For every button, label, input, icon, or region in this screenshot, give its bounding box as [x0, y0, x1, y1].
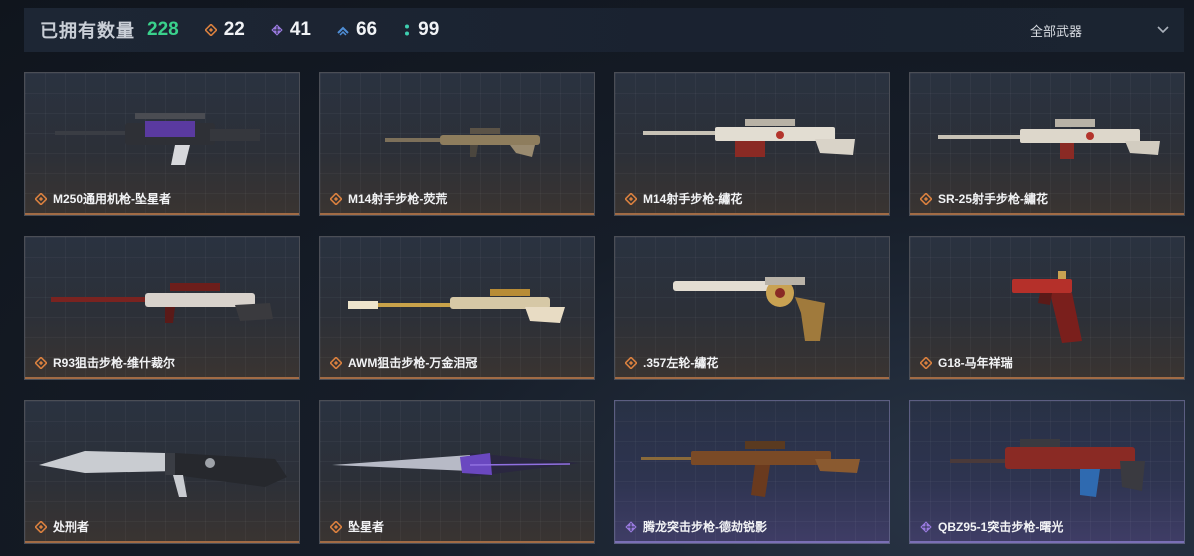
- weapon-caption: QBZ95-1突击步枪-曙光: [920, 518, 1063, 535]
- stat-teal: 99: [403, 19, 439, 41]
- stat-purple: 41: [271, 19, 311, 41]
- orange-rarity-icon: [330, 192, 342, 205]
- orange-rarity-icon: [330, 356, 342, 369]
- weapon-card[interactable]: AWM狙击步枪-万金泪冠: [319, 236, 595, 380]
- stat-blue-count: 66: [355, 19, 378, 40]
- bullpup-rifle-icon: [950, 439, 1145, 497]
- weapon-caption: 腾龙突击步枪-德劫锐影: [625, 518, 767, 535]
- weapon-card[interactable]: G18-马年祥瑞: [909, 236, 1185, 380]
- sniper-rifle-icon: [348, 289, 565, 323]
- weapon-caption: .357左轮-繡花: [625, 354, 718, 371]
- weapon-caption: G18-马年祥瑞: [920, 354, 1013, 371]
- rarity-bar: [910, 213, 1184, 215]
- weapon-caption: M14射手步枪-荧荒: [330, 190, 447, 207]
- orange-rarity-icon: [625, 356, 637, 369]
- orange-rarity-icon: [35, 356, 47, 369]
- rarity-bar: [615, 377, 889, 379]
- weapon-card[interactable]: 腾龙突击步枪-德劫锐影: [614, 400, 890, 544]
- pistol-icon: [1012, 271, 1082, 343]
- rarity-bar: [910, 377, 1184, 379]
- rarity-bar: [615, 213, 889, 215]
- weapon-card[interactable]: M14射手步枪-荧荒: [319, 72, 595, 216]
- rarity-bar: [320, 213, 594, 215]
- stat-orange-count: 22: [223, 19, 245, 40]
- owned-count-total: 228: [147, 19, 179, 40]
- weapon-name: R93狙击步枪-维什裁尔: [53, 356, 176, 370]
- machine-gun-icon: [55, 113, 260, 165]
- weapon-name: G18-马年祥瑞: [938, 356, 1013, 370]
- chevron-down-icon: [1157, 26, 1169, 34]
- owned-count-label: 已拥有数量: [40, 21, 135, 41]
- orange-rarity-icon: [625, 192, 637, 205]
- rarity-bar: [320, 377, 594, 379]
- orange-rarity-icon: [35, 520, 47, 533]
- weapon-name: QBZ95-1突击步枪-曙光: [938, 520, 1064, 534]
- stat-blue: 66: [337, 19, 377, 41]
- weapon-card[interactable]: QBZ95-1突击步枪-曙光: [909, 400, 1185, 544]
- teal-dots-icon: [405, 24, 410, 36]
- marksman-rifle-icon: [385, 128, 540, 157]
- marksman-rifle-icon: [938, 119, 1160, 159]
- weapon-card[interactable]: M14射手步枪-繡花: [614, 72, 890, 216]
- blade-icon: [332, 453, 580, 477]
- weapon-name: AWM狙击步枪-万金泪冠: [348, 356, 478, 370]
- stat-orange: 22: [204, 19, 245, 41]
- revolver-icon: [673, 277, 825, 341]
- stat-purple-count: 41: [289, 19, 311, 40]
- weapon-caption: 坠星者: [330, 518, 384, 535]
- rarity-bar: [615, 541, 889, 543]
- weapon-card[interactable]: R93狙击步枪-维什裁尔: [24, 236, 300, 380]
- rarity-bar: [320, 541, 594, 543]
- weapon-caption: AWM狙击步枪-万金泪冠: [330, 354, 477, 371]
- knife-icon: [39, 451, 287, 497]
- rarity-bar: [25, 541, 299, 543]
- weapon-card[interactable]: 坠星者: [319, 400, 595, 544]
- weapon-name: .357左轮-繡花: [643, 356, 719, 370]
- weapon-name: M14射手步枪-繡花: [643, 192, 743, 206]
- rarity-bar: [910, 541, 1184, 543]
- rarity-bar: [25, 377, 299, 379]
- purple-diamond-icon: [271, 24, 283, 36]
- sniper-rifle-icon: [51, 283, 273, 323]
- weapon-name: M14射手步枪-荧荒: [348, 192, 448, 206]
- orange-rarity-icon: [920, 192, 932, 205]
- weapon-name: 腾龙突击步枪-德劫锐影: [643, 520, 767, 534]
- assault-rifle-icon: [641, 441, 860, 497]
- orange-rarity-icon: [920, 356, 932, 369]
- orange-diamond-icon: [204, 24, 217, 36]
- purple-rarity-icon: [625, 520, 637, 533]
- weapon-name: SR-25射手步枪-繡花: [938, 192, 1049, 206]
- orange-rarity-icon: [35, 192, 47, 205]
- inventory-summary-bar: 已拥有数量 228 22 41 66 99 全部武器: [24, 8, 1184, 52]
- weapon-card[interactable]: .357左轮-繡花: [614, 236, 890, 380]
- blue-chevron-icon: [337, 26, 349, 36]
- orange-rarity-icon: [330, 520, 342, 533]
- weapon-caption: SR-25射手步枪-繡花: [920, 190, 1048, 207]
- stat-teal-count: 99: [418, 19, 440, 40]
- weapon-name: 坠星者: [348, 520, 385, 534]
- rarity-bar: [25, 213, 299, 215]
- marksman-rifle-icon: [643, 119, 855, 157]
- weapon-card[interactable]: SR-25射手步枪-繡花: [909, 72, 1185, 216]
- weapon-caption: 处刑者: [35, 518, 89, 535]
- weapon-filter-label: 全部武器: [1030, 23, 1083, 39]
- purple-rarity-icon: [920, 520, 932, 533]
- weapon-card[interactable]: M250通用机枪-坠星者: [24, 72, 300, 216]
- weapon-card[interactable]: 处刑者: [24, 400, 300, 544]
- weapon-caption: M250通用机枪-坠星者: [35, 190, 171, 207]
- weapon-name: 处刑者: [53, 520, 90, 534]
- weapon-name: M250通用机枪-坠星者: [53, 192, 172, 206]
- weapon-caption: R93狙击步枪-维什裁尔: [35, 354, 175, 371]
- weapon-caption: M14射手步枪-繡花: [625, 190, 742, 207]
- weapon-filter-dropdown[interactable]: 全部武器: [1030, 8, 1170, 52]
